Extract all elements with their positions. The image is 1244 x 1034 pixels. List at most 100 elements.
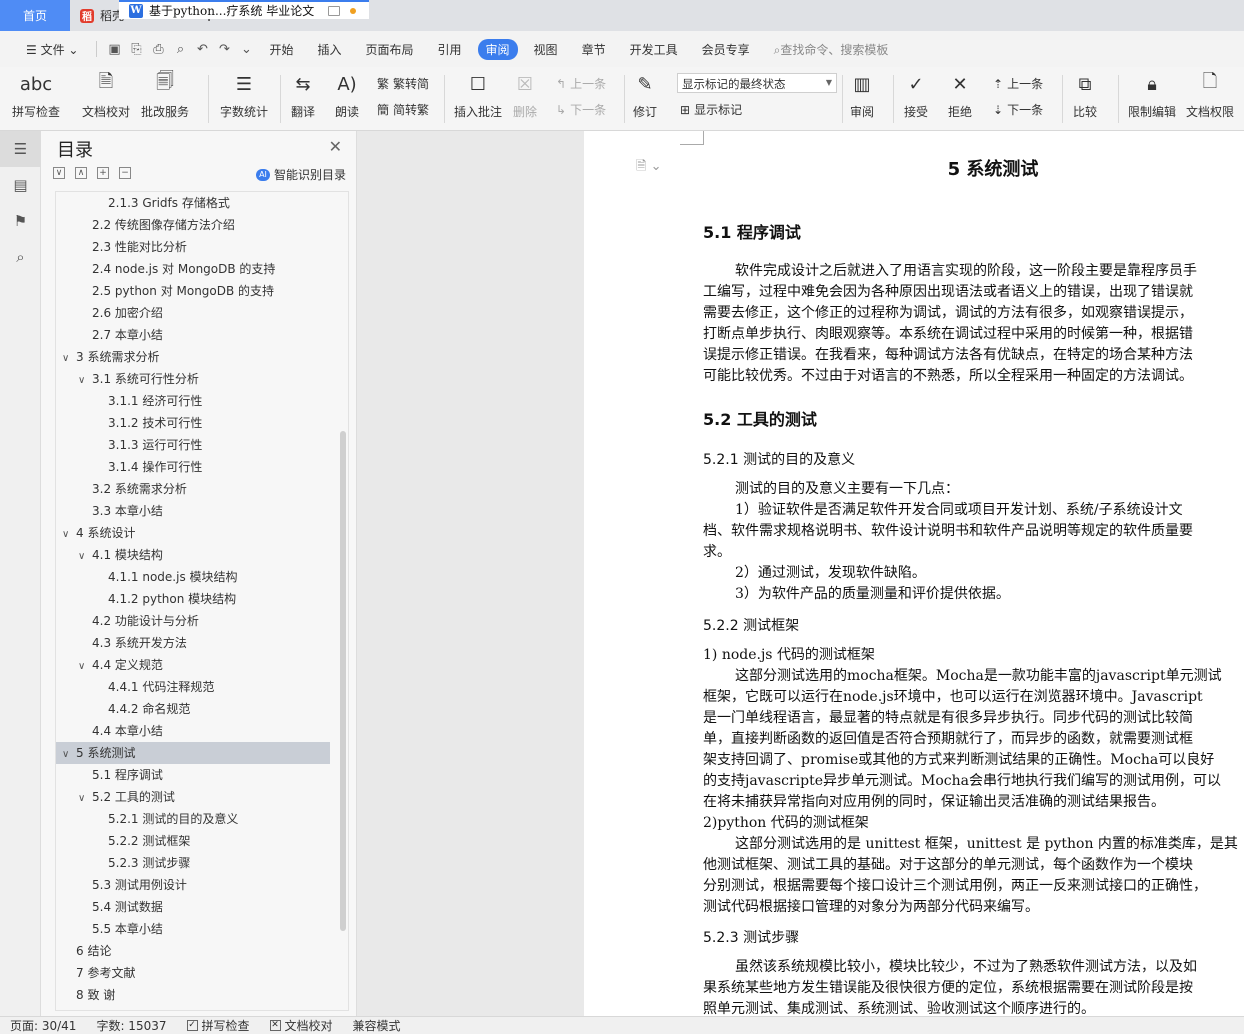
toc-item[interactable]: ∨ 3 系统需求分析 [56, 346, 330, 368]
menu-item-developer[interactable]: 开发工具 [618, 41, 690, 58]
toc-scrollbar[interactable] [340, 431, 346, 931]
reject-button[interactable]: ✕ 拒绝 [947, 71, 973, 120]
to-traditional-button[interactable]: 繁繁转简 [377, 75, 429, 92]
toc-item[interactable]: ∨ 4.4 定义规范 [56, 654, 330, 676]
read-aloud-button[interactable]: A) 朗读 [334, 71, 360, 120]
chapter-rail-icon[interactable]: ▤ [0, 167, 41, 203]
search-rail-icon[interactable]: ⌕ [0, 239, 41, 275]
tab-document[interactable]: W 基于python...疗系统 毕业论文 [119, 0, 369, 19]
toc-item[interactable]: 4.4.1 代码注释规范 [56, 676, 330, 698]
menu-item-references[interactable]: 引用 [426, 41, 474, 58]
chevron-down-icon[interactable]: ∨ [78, 546, 92, 568]
undo-icon[interactable]: ↶ [191, 42, 213, 57]
markup-select[interactable]: 显示标记的最终状态 ▼ [677, 73, 837, 93]
menu-item-chapter[interactable]: 章节 [570, 41, 618, 58]
toc-item[interactable]: 5.1 程序调试 [56, 764, 330, 786]
toc-item[interactable]: 3.3 本章小结 [56, 500, 330, 522]
print-icon[interactable]: ⎙ [147, 42, 169, 57]
toc-item[interactable]: 4.1.1 node.js 模块结构 [56, 566, 330, 588]
show-markup-button[interactable]: ⊞ 显示标记 [680, 101, 742, 118]
save-icon[interactable]: ▣ [103, 42, 125, 57]
accept-button[interactable]: ✓ 接受 [903, 71, 929, 120]
add-level-icon[interactable]: + [97, 167, 109, 179]
bookmark-rail-icon[interactable]: ⚑ [0, 203, 41, 239]
toc-item[interactable]: 2.6 加密介绍 [56, 302, 330, 324]
menu-item-layout[interactable]: 页面布局 [354, 41, 426, 58]
status-spell-check[interactable]: ✓ 拼写检查 [177, 1017, 260, 1034]
menu-item-view[interactable]: 视图 [522, 41, 570, 58]
menu-item-member[interactable]: 会员专享 [690, 41, 762, 58]
tab-home[interactable]: 首页 [0, 0, 70, 31]
document-page[interactable]: 🗎 ⌄ 5 系统测试 5.1 程序调试 5.2 工具的测试 5.2.1 测试的目… [584, 131, 1244, 1016]
to-simplified-button[interactable]: 簡简转繁 [377, 101, 429, 118]
toc-item[interactable]: 4.1.2 python 模块结构 [56, 588, 330, 610]
menu-item-start[interactable]: 开始 [257, 41, 305, 58]
toc-item[interactable]: 5.2.2 测试框架 [56, 830, 330, 852]
word-count-button[interactable]: ☰ 字数统计 [220, 71, 268, 120]
chevron-down-icon[interactable]: ∨ [62, 524, 76, 546]
toc-item[interactable]: 2.1.3 Gridfs 存储格式 [56, 192, 330, 214]
toc-item[interactable]: 8 致 谢 [56, 984, 330, 1006]
toc-item[interactable]: 5.5 本章小结 [56, 918, 330, 940]
next-change-button[interactable]: ⇣ 下一条 [993, 101, 1043, 118]
file-menu[interactable]: ☰ 文件 ⌄ [14, 41, 90, 58]
print-preview-icon[interactable]: ⌕ [169, 42, 191, 57]
page-indicator[interactable]: 页面: 30/41 [0, 1017, 86, 1034]
toc-rail-icon[interactable]: ☰ [0, 131, 41, 167]
redo-icon[interactable]: ↷ [213, 42, 235, 57]
batch-service-button[interactable]: 🗐 批改服务 [141, 71, 189, 120]
command-search[interactable]: ⌕查找命令、搜索模板 [774, 41, 889, 58]
chevron-down-icon[interactable]: ∨ [78, 656, 92, 678]
chevron-down-icon[interactable]: ∨ [78, 788, 92, 810]
toc-item[interactable]: 5.3 测试用例设计 [56, 874, 330, 896]
prev-comment-button[interactable]: ↰ 上一条 [556, 75, 606, 92]
toc-item[interactable]: 7 参考文献 [56, 962, 330, 984]
toc-item[interactable]: 3.1.4 操作可行性 [56, 456, 330, 478]
toc-item[interactable]: 2.3 性能对比分析 [56, 236, 330, 258]
toc-item[interactable]: 5.2.1 测试的目的及意义 [56, 808, 330, 830]
toc-item[interactable]: 2.4 node.js 对 MongoDB 的支持 [56, 258, 330, 280]
toc-item[interactable]: 6 结论 [56, 940, 330, 962]
translate-button[interactable]: ⇆ 翻译 [290, 71, 316, 120]
next-comment-button[interactable]: ↳ 下一条 [556, 101, 606, 118]
doc-permission-button[interactable]: 🗋 文档权限 [1186, 71, 1234, 120]
menu-item-insert[interactable]: 插入 [305, 41, 353, 58]
toc-item[interactable]: 4.3 系统开发方法 [56, 632, 330, 654]
toc-item[interactable]: ∨ 4 系统设计 [56, 522, 330, 544]
collapse-all-icon[interactable]: ∧ [75, 167, 87, 179]
toc-item[interactable]: 4.2 功能设计与分析 [56, 610, 330, 632]
toc-item[interactable]: 2.5 python 对 MongoDB 的支持 [56, 280, 330, 302]
chevron-down-icon[interactable]: ∨ [62, 744, 76, 766]
toc-item[interactable]: 5.2.3 测试步骤 [56, 852, 330, 874]
export-icon[interactable]: ⎘ [125, 42, 147, 57]
toc-item[interactable]: ∨ 3.1 系统可行性分析 [56, 368, 330, 390]
chevron-down-icon[interactable]: ∨ [62, 348, 76, 370]
toc-item[interactable]: 3.1.1 经济可行性 [56, 390, 330, 412]
remove-level-icon[interactable]: − [119, 167, 131, 179]
spell-check-button[interactable]: abc 拼写检查 [12, 71, 60, 120]
toc-item[interactable]: 4.4.2 命名规范 [56, 698, 330, 720]
menu-item-review[interactable]: 审阅 [477, 38, 518, 60]
toc-item[interactable]: 2.2 传统图像存储方法介绍 [56, 214, 330, 236]
delete-comment-button[interactable]: ☒ 删除 [512, 71, 538, 120]
toc-item[interactable]: 4.4 本章小结 [56, 720, 330, 742]
doc-proof-button[interactable]: 🗎 文档校对 [82, 71, 130, 120]
toc-item[interactable]: ∨ 4.1 模块结构 [56, 544, 330, 566]
close-icon[interactable]: ✕ [329, 137, 342, 156]
track-changes-button[interactable]: ✎ 修订 [632, 71, 658, 120]
toc-item[interactable]: 5.4 测试数据 [56, 896, 330, 918]
toc-item[interactable]: 2.7 本章小结 [56, 324, 330, 346]
toc-item[interactable]: 3.2 系统需求分析 [56, 478, 330, 500]
word-count-indicator[interactable]: 字数: 15037 [86, 1017, 176, 1034]
toc-item[interactable]: 3.1.3 运行可行性 [56, 434, 330, 456]
chevron-down-icon[interactable]: ∨ [78, 370, 92, 392]
review-pane-button[interactable]: ▥ 审阅 [849, 71, 875, 120]
customize-icon[interactable]: ⌄ [235, 42, 257, 57]
smart-toc-button[interactable]: AI 智能识别目录 [255, 166, 346, 183]
insert-comment-button[interactable]: ☐ 插入批注 [454, 71, 502, 120]
compare-button[interactable]: ⧉ 比较 [1072, 71, 1098, 120]
toc-item[interactable]: 3.1.2 技术可行性 [56, 412, 330, 434]
restrict-editing-button[interactable]: 🔒︎ 限制编辑 [1128, 71, 1176, 120]
page-options-icon[interactable]: 🗎 ⌄ [636, 157, 661, 179]
status-doc-proof[interactable]: ✕ 文档校对 [260, 1017, 343, 1034]
